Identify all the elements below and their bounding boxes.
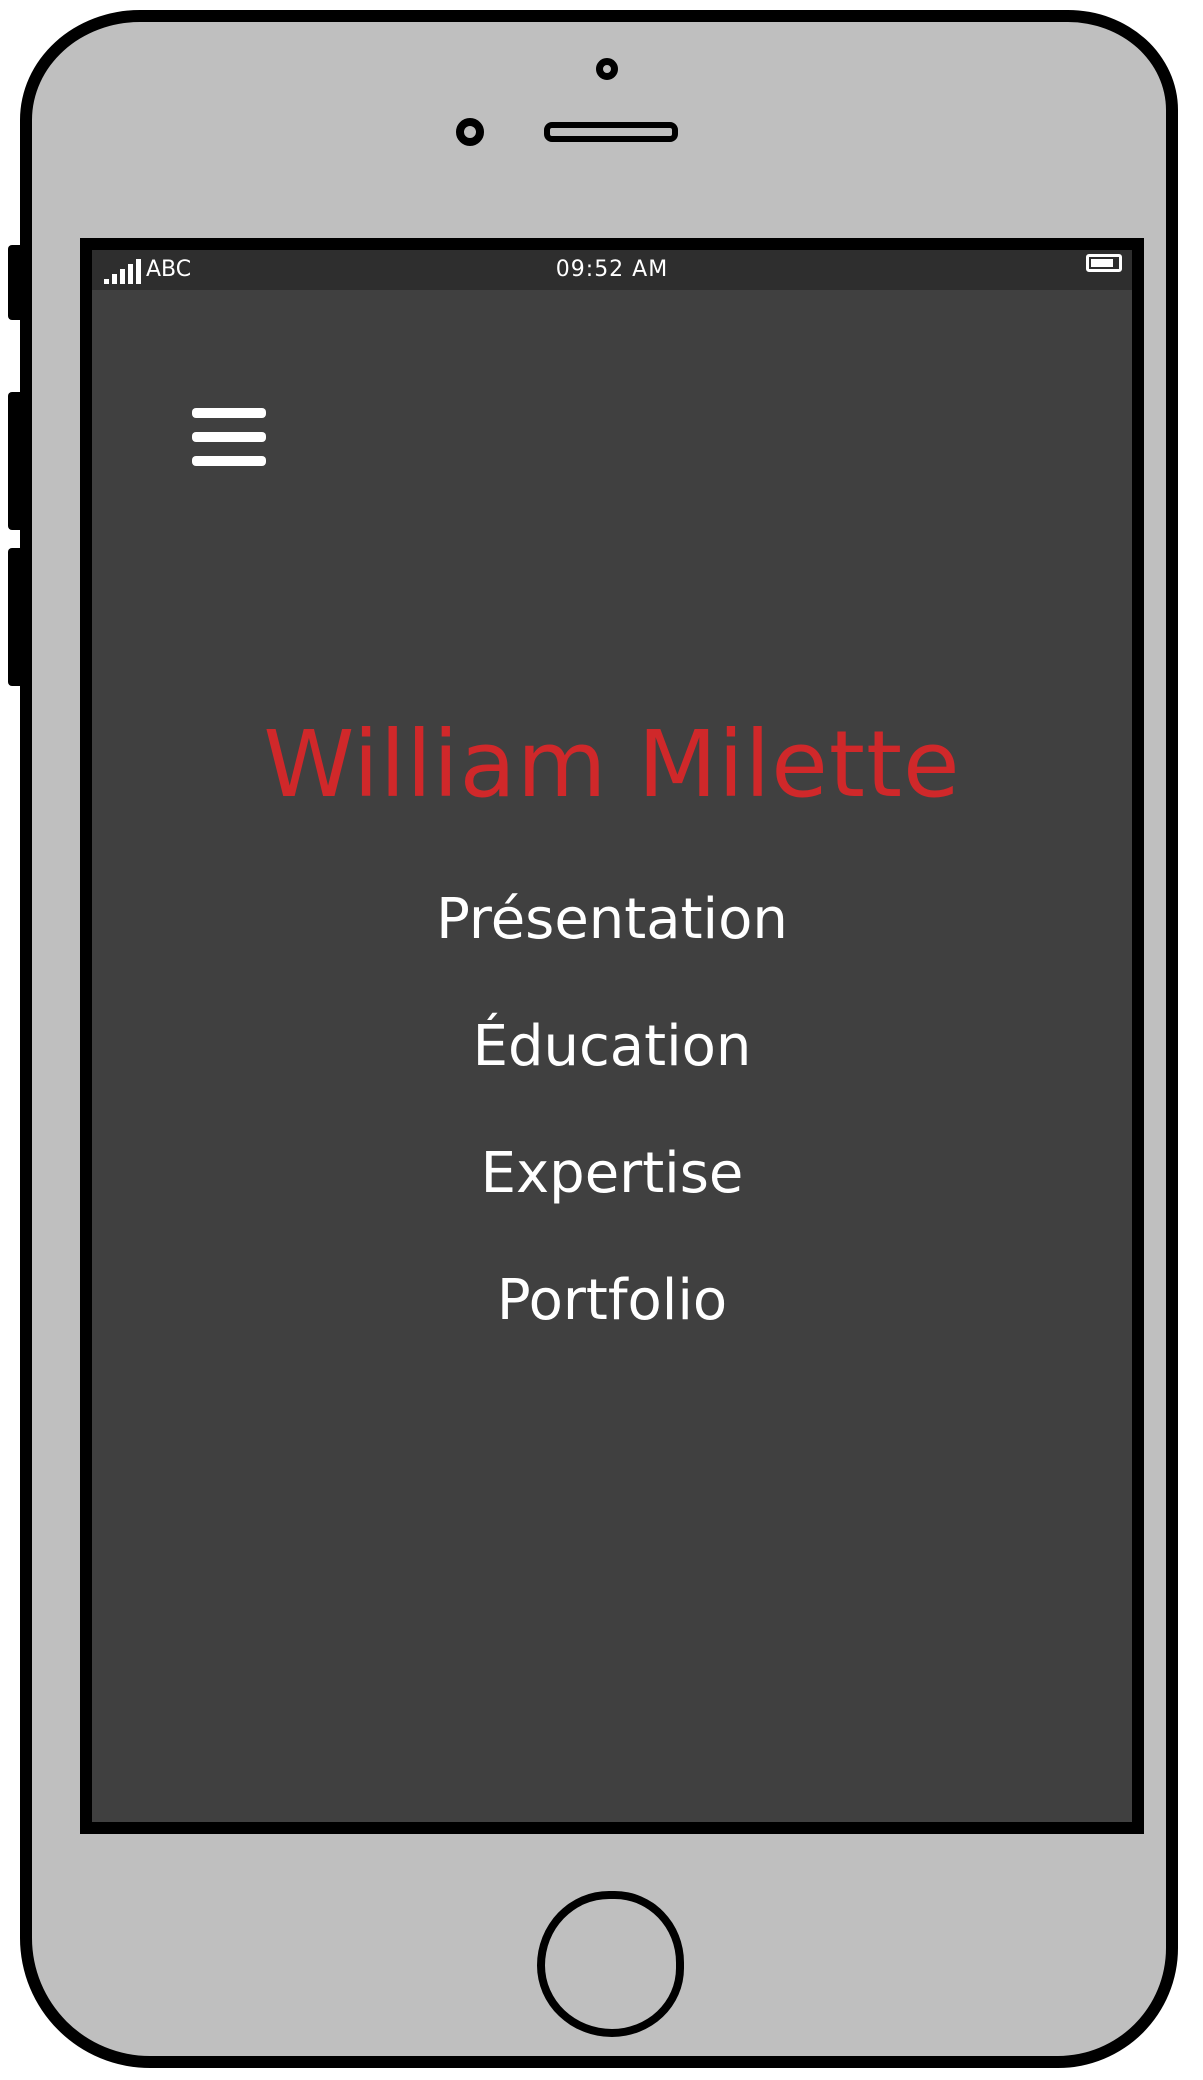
nav-item-portfolio: Portfolio — [92, 1261, 1132, 1388]
mockup-stage: ABC 09:52 AM William Milette Présentatio… — [0, 0, 1203, 2080]
status-time: 09:52 AM — [555, 257, 669, 282]
nav-link-presentation[interactable]: Présentation — [436, 880, 788, 960]
speaker-grille — [544, 122, 678, 142]
nav-item-presentation: Présentation — [92, 880, 1132, 1007]
camera-icon — [596, 58, 618, 80]
main-nav: Présentation Éducation Expertise Portfol… — [92, 880, 1132, 1388]
phone-screen: ABC 09:52 AM William Milette Présentatio… — [80, 238, 1144, 1834]
front-sensor-icon — [456, 118, 484, 146]
home-button[interactable] — [537, 1891, 684, 2037]
hamburger-menu-icon[interactable] — [192, 406, 266, 472]
site-title: William Milette — [263, 711, 961, 818]
nav-link-portfolio[interactable]: Portfolio — [497, 1261, 727, 1341]
status-bar: ABC 09:52 AM — [92, 250, 1132, 290]
nav-item-expertise: Expertise — [92, 1134, 1132, 1261]
battery-icon — [1086, 254, 1122, 272]
nav-link-education[interactable]: Éducation — [473, 1007, 752, 1087]
nav-link-expertise[interactable]: Expertise — [481, 1134, 744, 1214]
nav-item-education: Éducation — [92, 1007, 1132, 1134]
